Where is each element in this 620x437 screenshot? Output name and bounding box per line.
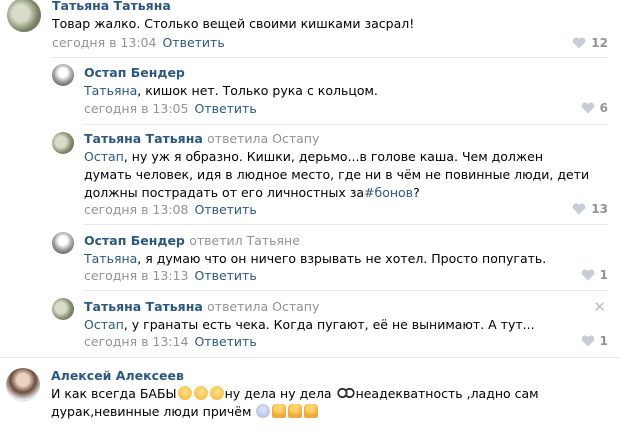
eyes-emoji-icon	[336, 386, 355, 400]
tatiana-avatar[interactable]	[7, 0, 41, 32]
divider	[84, 224, 608, 225]
comment-date[interactable]: сегодня в 13:08	[84, 202, 188, 217]
divider	[0, 357, 620, 358]
reply-button[interactable]: Ответить	[194, 101, 256, 116]
comment-date[interactable]: сегодня в 13:14	[84, 334, 188, 349]
like-count: 6	[599, 101, 608, 115]
author-name[interactable]: Татьяна Татьяна	[84, 131, 203, 146]
comment-meta: сегодня в 13:08 Ответить	[84, 202, 257, 217]
comment-meta: сегодня в 13:04 Ответить	[52, 35, 225, 50]
comment-text: Остап, ну уж я образно. Кишки, дерьмо...…	[84, 148, 594, 202]
like-button[interactable]: 6	[581, 101, 608, 115]
person-shrug-emoji-icon	[288, 404, 303, 418]
comment-body: , ну уж я образно. Кишки, дерьмо...в гол…	[84, 149, 590, 200]
divider	[52, 57, 608, 58]
reply-to-label[interactable]: ответил Татьяне	[189, 233, 300, 248]
comment-meta: сегодня в 13:14 Ответить	[84, 334, 257, 349]
like-count: 13	[591, 202, 608, 216]
heart-icon	[581, 102, 594, 114]
reply-button[interactable]: Ответить	[194, 334, 256, 349]
comment-body-end: ?	[413, 185, 420, 200]
comment-date[interactable]: сегодня в 13:05	[84, 101, 188, 116]
like-count: 1	[599, 334, 608, 348]
ostap-avatar[interactable]	[52, 232, 74, 254]
reply-to-label[interactable]: ответила Остапу	[207, 299, 319, 314]
comment-text: Татьяна, кишок нет. Только рука с кольцо…	[84, 82, 378, 100]
comment-2: Остап Бендер Татьяна, кишок нет. Только …	[0, 60, 620, 122]
comment-body-b: ну дела ну дела	[224, 386, 336, 401]
comment-meta: сегодня в 13:13 Ответить	[84, 268, 257, 283]
comment-author[interactable]: Алексей Алексеев	[51, 368, 184, 383]
person-shrug-emoji-icon	[272, 404, 287, 418]
reply-to-label[interactable]: ответила Остапу	[207, 131, 319, 146]
like-count: 1	[599, 268, 608, 282]
smirk-emoji-icon	[177, 386, 192, 400]
close-icon[interactable]: ✕	[593, 298, 606, 316]
comment-4: Остап Бендер ответил Татьяне Татьяна, я …	[0, 226, 620, 288]
comment-text: И как всегда БАБЫ ну дела ну дела неадекв…	[51, 385, 611, 421]
comment-author[interactable]: Татьяна Татьяна	[52, 0, 171, 13]
comment-meta: сегодня в 13:05 Ответить	[84, 101, 257, 116]
smirk-emoji-icon	[209, 386, 224, 400]
comment-5: Татьяна Татьяна ответила Остапу ✕ Остап,…	[0, 292, 620, 354]
comment-date[interactable]: сегодня в 13:04	[52, 35, 156, 50]
author-name[interactable]: Остап Бендер	[84, 233, 185, 248]
like-button[interactable]: 1	[581, 334, 608, 348]
heart-icon	[581, 335, 594, 347]
heart-icon	[572, 37, 586, 49]
mention-link[interactable]: Остап	[84, 149, 124, 164]
like-button[interactable]: 12	[572, 36, 608, 50]
divider	[84, 290, 608, 291]
comment-text: Товар жалко. Столько вещей своими кишкам…	[52, 16, 415, 31]
like-button[interactable]: 1	[581, 268, 608, 282]
comment-1: Татьяна Татьяна Товар жалко. Столько вещ…	[0, 0, 620, 56]
smirk-emoji-icon	[193, 386, 208, 400]
comment-author[interactable]: Остап Бендер ответил Татьяне	[84, 233, 300, 248]
mention-link[interactable]: Остап	[84, 317, 124, 332]
comment-author[interactable]: Татьяна Татьяна ответила Остапу	[84, 131, 319, 146]
tatiana-avatar[interactable]	[52, 298, 74, 320]
heart-icon	[572, 203, 586, 215]
comment-author[interactable]: Татьяна Татьяна ответила Остапу	[84, 299, 319, 314]
hashtag-link[interactable]: #бонов	[364, 185, 413, 200]
person-shrug-emoji-icon	[304, 404, 319, 418]
author-name[interactable]: Татьяна Татьяна	[84, 299, 203, 314]
comment-body-a: И как всегда БАБЫ	[51, 386, 177, 401]
aleksey-avatar[interactable]	[6, 368, 40, 402]
like-button[interactable]: 13	[572, 202, 608, 216]
reply-button[interactable]: Ответить	[194, 268, 256, 283]
comment-body: , я думаю что он ничего взрывать не хоте…	[137, 251, 547, 266]
like-count: 12	[591, 36, 608, 50]
comment-body: , у гранаты есть чека. Когда пугают, её …	[123, 317, 535, 332]
mention-link[interactable]: Татьяна	[84, 83, 137, 98]
heart-icon	[581, 269, 594, 281]
reply-button[interactable]: Ответить	[194, 202, 256, 217]
comment-date[interactable]: сегодня в 13:13	[84, 268, 188, 283]
comment-6: Алексей Алексеев И как всегда БАБЫ ну дел…	[0, 362, 620, 437]
comment-author[interactable]: Остап Бендер	[84, 65, 185, 80]
comment-body: , кишок нет. Только рука с кольцом.	[137, 83, 378, 98]
mention-link[interactable]: Татьяна	[84, 251, 137, 266]
comment-3: Татьяна Татьяна ответила Остапу Остап, н…	[0, 126, 620, 222]
divider	[84, 124, 608, 125]
ostap-avatar[interactable]	[52, 64, 74, 86]
comment-text: Татьяна, я думаю что он ничего взрывать …	[84, 250, 546, 268]
tatiana-avatar[interactable]	[52, 132, 74, 154]
reply-button[interactable]: Ответить	[162, 35, 224, 50]
comment-text: Остап, у гранаты есть чека. Когда пугают…	[84, 316, 535, 334]
scream-emoji-icon	[256, 404, 271, 418]
